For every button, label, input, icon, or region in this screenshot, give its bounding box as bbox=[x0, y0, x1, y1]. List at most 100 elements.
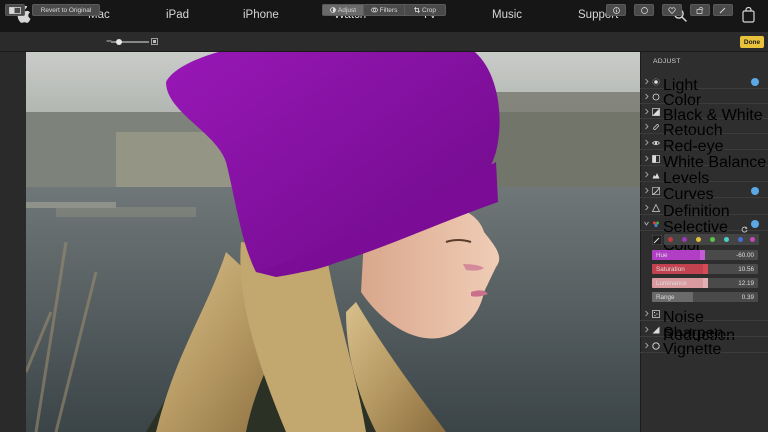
white-balance-icon bbox=[652, 155, 660, 163]
show-faces-button[interactable] bbox=[634, 4, 654, 16]
color-swatch[interactable] bbox=[710, 237, 715, 242]
adjust-icon bbox=[330, 7, 336, 13]
saturation-slider[interactable]: Saturation 10.56 bbox=[652, 264, 758, 274]
eyedropper-icon[interactable] bbox=[652, 235, 662, 245]
chevron-right-icon[interactable] bbox=[644, 93, 649, 100]
selective-color-icon bbox=[653, 221, 659, 227]
adjust-row-noise-reduction[interactable]: Noise Reduction bbox=[640, 306, 768, 344]
info-button[interactable] bbox=[606, 4, 626, 16]
adjust-row-vignette[interactable]: Vignette bbox=[640, 338, 768, 358]
chevron-right-icon[interactable] bbox=[644, 123, 649, 130]
saturation-slider-thumb[interactable] bbox=[703, 264, 708, 274]
chevron-right-icon[interactable] bbox=[644, 326, 649, 333]
range-slider-label: Range bbox=[656, 293, 675, 301]
favorite-button[interactable] bbox=[662, 4, 682, 16]
tab-crop[interactable]: Crop bbox=[405, 5, 445, 15]
tab-crop-label: Crop bbox=[421, 6, 437, 14]
color-swatch[interactable] bbox=[750, 237, 755, 242]
chevron-right-icon[interactable] bbox=[644, 310, 649, 317]
enabled-check-icon[interactable] bbox=[751, 219, 759, 228]
chevron-right-icon[interactable] bbox=[644, 342, 649, 349]
tab-adjust-label: Adjust bbox=[337, 6, 357, 14]
split-view-icon bbox=[9, 6, 21, 14]
enabled-check-icon[interactable] bbox=[751, 186, 759, 195]
split-view-button[interactable] bbox=[5, 4, 25, 16]
chevron-right-icon[interactable] bbox=[644, 171, 649, 178]
rotate-button[interactable] bbox=[690, 4, 710, 16]
luminance-slider-thumb[interactable] bbox=[703, 278, 708, 288]
saturation-slider-label: Saturation bbox=[656, 265, 685, 273]
levels-icon bbox=[652, 173, 660, 179]
half-square-icon bbox=[652, 108, 660, 116]
adjust-row-white-balance[interactable]: White Balance bbox=[640, 151, 768, 171]
color-swatch[interactable] bbox=[682, 237, 687, 242]
adjust-row-sharpen[interactable]: Sharpen bbox=[640, 322, 768, 342]
chevron-right-icon[interactable] bbox=[644, 204, 649, 211]
zoom-in-icon bbox=[151, 38, 158, 45]
magic-wand-icon bbox=[719, 7, 726, 13]
crop-icon bbox=[413, 7, 420, 13]
sharpen-icon bbox=[652, 326, 660, 334]
chevron-right-icon[interactable] bbox=[644, 108, 649, 115]
face-icon bbox=[640, 6, 648, 14]
chevron-right-icon[interactable] bbox=[644, 155, 649, 162]
chevron-right-icon[interactable] bbox=[644, 78, 649, 85]
range-slider-value: 0.39 bbox=[741, 293, 754, 301]
noise-icon bbox=[652, 310, 660, 318]
info-icon bbox=[612, 6, 620, 14]
color-swatch[interactable] bbox=[668, 237, 673, 242]
adjust-row-label: Vignette bbox=[663, 341, 722, 358]
nav-item-iphone[interactable]: iPhone bbox=[243, 9, 279, 21]
photo-canvas[interactable] bbox=[26, 52, 640, 432]
hue-slider-label: Hue bbox=[656, 251, 668, 259]
revert-to-original-button[interactable]: Revert to Original bbox=[32, 4, 100, 16]
eye-icon bbox=[652, 140, 660, 146]
filters-icon bbox=[370, 7, 378, 13]
portrait-photo bbox=[26, 52, 640, 432]
adjust-row-color[interactable]: Color bbox=[640, 89, 768, 109]
zoom-slider-knob[interactable] bbox=[116, 39, 122, 45]
luminance-slider-value: 12.19 bbox=[738, 279, 754, 287]
tab-filters-label: Filters bbox=[379, 6, 398, 14]
vignette-icon bbox=[652, 342, 660, 350]
panel-title: ADJUST bbox=[653, 58, 681, 65]
color-swatch[interactable] bbox=[696, 237, 701, 242]
color-swatch[interactable] bbox=[724, 237, 729, 242]
adjust-row-curves[interactable]: Curves bbox=[640, 183, 768, 203]
range-slider-thumb[interactable] bbox=[688, 292, 693, 302]
enabled-check-icon[interactable] bbox=[751, 77, 759, 86]
chevron-down-icon[interactable] bbox=[644, 220, 649, 227]
nav-item-music[interactable]: Music bbox=[492, 9, 522, 21]
tab-adjust[interactable]: Adjust bbox=[323, 5, 364, 15]
hue-slider[interactable]: Hue -60.00 bbox=[652, 250, 758, 260]
luminance-slider[interactable]: Luminance 12.19 bbox=[652, 278, 758, 288]
color-swatch[interactable] bbox=[738, 237, 743, 242]
rotate-icon bbox=[696, 6, 704, 14]
adjust-row-selective-color[interactable]: Selective Color bbox=[640, 216, 768, 254]
chevron-right-icon[interactable] bbox=[644, 139, 649, 146]
reset-adjustment-icon[interactable] bbox=[741, 220, 748, 233]
adjust-row-levels[interactable]: Levels bbox=[640, 167, 768, 187]
adjust-row-definition[interactable]: Definition bbox=[640, 200, 768, 220]
luminance-slider-label: Luminance bbox=[656, 279, 687, 287]
sun-icon bbox=[652, 78, 660, 86]
saturation-slider-value: 10.56 bbox=[738, 265, 754, 273]
hue-slider-thumb[interactable] bbox=[700, 250, 705, 260]
adjust-row-retouch[interactable]: Retouch bbox=[640, 119, 768, 139]
circle-icon bbox=[652, 93, 660, 101]
left-sidebar-strip bbox=[0, 52, 26, 432]
triangle-icon bbox=[652, 204, 660, 212]
auto-enhance-button[interactable] bbox=[713, 4, 733, 16]
done-button[interactable]: Done bbox=[740, 36, 764, 48]
chevron-right-icon[interactable] bbox=[644, 187, 649, 194]
nav-item-ipad[interactable]: iPad bbox=[166, 9, 189, 21]
range-slider[interactable]: Range 0.39 bbox=[652, 292, 758, 302]
adjust-row-black-white[interactable]: Black & White bbox=[640, 104, 768, 124]
edit-mode-tabs: Adjust Filters Crop bbox=[322, 4, 446, 16]
tab-filters[interactable]: Filters bbox=[364, 5, 405, 15]
adjust-row-light[interactable]: Light bbox=[640, 74, 768, 94]
shopping-bag-icon[interactable] bbox=[742, 7, 755, 23]
adjust-row-red-eye[interactable]: Red-eye bbox=[640, 135, 768, 155]
curves-icon bbox=[652, 187, 660, 195]
heart-icon bbox=[668, 6, 676, 14]
